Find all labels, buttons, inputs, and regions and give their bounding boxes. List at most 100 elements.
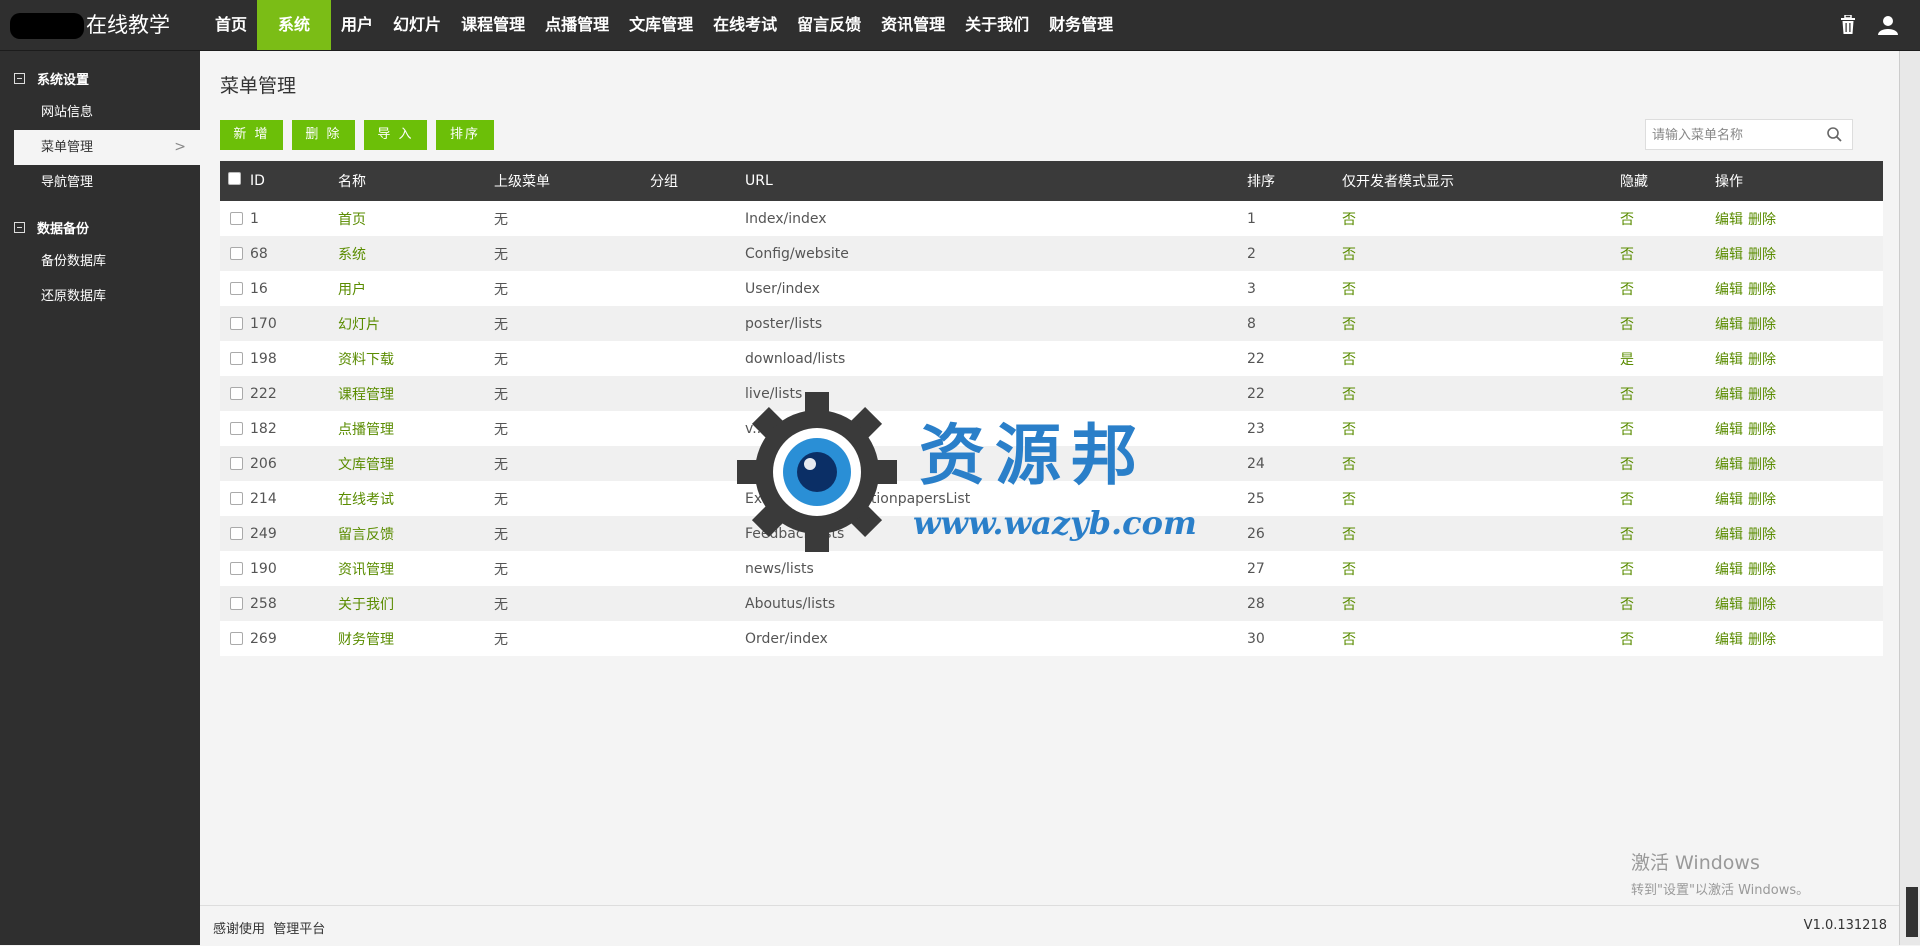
cell-name[interactable]: 资讯管理 [338,551,494,586]
row-checkbox[interactable] [230,247,243,260]
delete-link[interactable]: 删除 [1748,632,1776,648]
delete-link[interactable]: 删除 [1748,387,1776,403]
edit-link[interactable]: 编辑 [1715,597,1743,613]
nav-item-4[interactable]: 课程管理 [451,0,535,50]
cell-name[interactable]: 首页 [338,201,494,236]
nav-item-9[interactable]: 资讯管理 [871,0,955,50]
delete-link[interactable]: 删除 [1748,562,1776,578]
cell-parent: 无 [494,411,650,446]
delete-link[interactable]: 删除 [1748,422,1776,438]
cell-name[interactable]: 财务管理 [338,621,494,656]
delete-link[interactable]: 删除 [1748,282,1776,298]
cell-name[interactable]: 课程管理 [338,376,494,411]
sidebar-item-0-2[interactable]: 导航管理 [0,165,200,200]
row-checkbox[interactable] [230,317,243,330]
delete-button[interactable]: 删 除 [292,120,355,150]
row-checkbox[interactable] [230,597,243,610]
nav-item-5[interactable]: 点播管理 [535,0,619,50]
row-checkbox[interactable] [230,352,243,365]
nav-item-3[interactable]: 幻灯片 [383,0,451,50]
nav-item-1[interactable]: 系统 [257,0,332,50]
sidebar-item-0-1[interactable]: 菜单管理 > [14,130,200,165]
cell-name[interactable]: 留言反馈 [338,516,494,551]
edit-link[interactable]: 编辑 [1715,457,1743,473]
sidebar-group-0[interactable]: 系统设置 [0,61,200,95]
cell-name[interactable]: 点播管理 [338,411,494,446]
cell-name[interactable]: 系统 [338,236,494,271]
col-parent: 上级菜单 [494,161,650,201]
cell-id: 182 [250,411,338,446]
delete-link[interactable]: 删除 [1748,597,1776,613]
sidebar-item-1-1[interactable]: 还原数据库 [0,279,200,314]
cell-actions: 编辑 删除 [1715,376,1883,411]
edit-link[interactable]: 编辑 [1715,422,1743,438]
cell-group [650,516,745,551]
sidebar-item-0-0[interactable]: 网站信息 [0,95,200,130]
sort-button[interactable]: 排序 [436,120,494,150]
search-input[interactable] [1646,120,1824,151]
nav-item-6[interactable]: 文库管理 [619,0,703,50]
nav-item-2[interactable]: 用户 [331,0,383,50]
search-icon[interactable] [1827,127,1842,146]
cell-name[interactable]: 幻灯片 [338,306,494,341]
row-checkbox[interactable] [230,457,243,470]
vertical-scrollbar[interactable] [1899,51,1920,945]
nav-item-0[interactable]: 首页 [205,0,257,50]
user-icon[interactable] [1868,0,1908,50]
delete-link[interactable]: 删除 [1748,492,1776,508]
delete-link[interactable]: 删除 [1748,352,1776,368]
select-all-checkbox[interactable] [228,171,241,185]
edit-link[interactable]: 编辑 [1715,387,1743,403]
edit-link[interactable]: 编辑 [1715,632,1743,648]
cell-id: 68 [250,236,338,271]
row-checkbox[interactable] [230,632,243,645]
cell-dev-only: 否 [1342,621,1620,656]
cell-actions: 编辑 删除 [1715,306,1883,341]
edit-link[interactable]: 编辑 [1715,527,1743,543]
nav-item-10[interactable]: 关于我们 [955,0,1039,50]
row-checkbox[interactable] [230,422,243,435]
row-checkbox[interactable] [230,282,243,295]
cell-name[interactable]: 文库管理 [338,446,494,481]
edit-link[interactable]: 编辑 [1715,317,1743,333]
edit-link[interactable]: 编辑 [1715,352,1743,368]
nav-item-11[interactable]: 财务管理 [1039,0,1123,50]
delete-link[interactable]: 删除 [1748,317,1776,333]
import-button[interactable]: 导 入 [364,120,427,150]
edit-link[interactable]: 编辑 [1715,492,1743,508]
nav-item-7[interactable]: 在线考试 [703,0,787,50]
delete-link[interactable]: 删除 [1748,457,1776,473]
cell-dev-only: 否 [1342,551,1620,586]
delete-link[interactable]: 删除 [1748,212,1776,228]
col-id: ID [250,161,338,201]
sidebar-item-1-0[interactable]: 备份数据库 [0,244,200,279]
row-checkbox[interactable] [230,492,243,505]
edit-link[interactable]: 编辑 [1715,562,1743,578]
edit-link[interactable]: 编辑 [1715,282,1743,298]
cell-url: Index/index [745,201,1247,236]
edit-link[interactable]: 编辑 [1715,212,1743,228]
nav-item-8[interactable]: 留言反馈 [787,0,871,50]
row-checkbox[interactable] [230,212,243,225]
cell-group [650,586,745,621]
row-checkbox[interactable] [230,562,243,575]
trash-icon[interactable] [1828,0,1868,50]
delete-link[interactable]: 删除 [1748,527,1776,543]
collapse-icon[interactable] [14,72,25,84]
logo-redacted [10,13,84,39]
cell-name[interactable]: 资料下载 [338,341,494,376]
cell-name[interactable]: 用户 [338,271,494,306]
delete-link[interactable]: 删除 [1748,247,1776,263]
edit-link[interactable]: 编辑 [1715,247,1743,263]
cell-name[interactable]: 关于我们 [338,586,494,621]
add-button[interactable]: 新 增 [220,120,283,150]
cell-name[interactable]: 在线考试 [338,481,494,516]
scrollbar-thumb[interactable] [1906,887,1918,937]
version-label: V1.0.131218 [1803,918,1887,933]
row-checkbox[interactable] [230,387,243,400]
sidebar-group-1[interactable]: 数据备份 [0,210,200,244]
cell-url: User/index [745,271,1247,306]
row-checkbox[interactable] [230,527,243,540]
cell-url: Aboutus/lists [745,586,1247,621]
collapse-icon[interactable] [14,221,25,233]
